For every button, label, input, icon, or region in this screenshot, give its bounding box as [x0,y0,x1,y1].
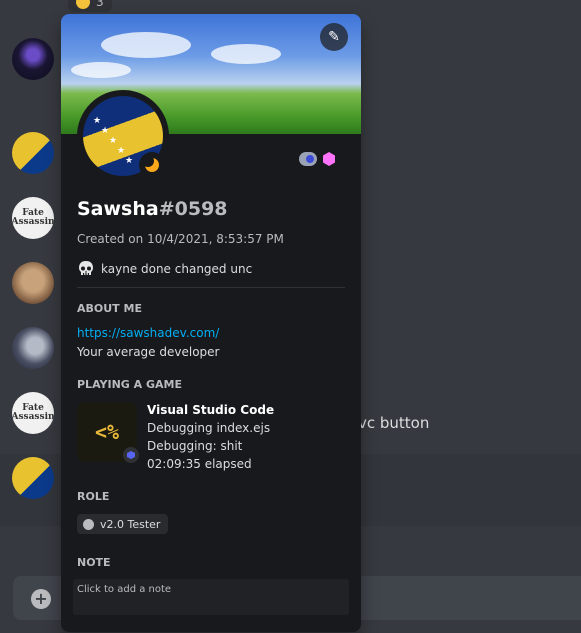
game-elapsed: 02:09:35 elapsed [147,457,252,471]
reaction-chip[interactable]: 3 [68,0,112,12]
game-details: Debugging index.ejs [147,421,271,435]
avatar[interactable] [12,327,54,369]
avatar[interactable] [12,132,54,174]
avatar[interactable] [12,457,54,499]
note-placeholder: Click to add a note [77,584,172,595]
game-name: Visual Studio Code [147,403,275,417]
about-me-text: Your average developer [77,345,220,359]
role-chip[interactable]: v2.0 Tester [77,514,169,534]
idle-status-icon [139,152,165,178]
reaction-count: 3 [96,0,104,9]
role-name: v2.0 Tester [100,517,161,531]
role-color-icon [83,518,94,530]
avatar[interactable] [12,38,54,80]
skull-icon [79,261,93,275]
user-profile-popout: ✎ ★ ★ ★ ★ ★ Sawsha#0598 Created on 10/4/… [61,14,361,632]
message-text: vc button [358,414,430,432]
custom-status-text: kayne done changed unc [101,262,253,276]
avatar[interactable]: Fate Assassin [12,197,54,239]
add-icon[interactable]: + [31,589,51,609]
playing-heading: PLAYING A GAME [77,378,182,391]
note-heading: NOTE [77,556,111,569]
username: Sawsha#0598 [77,198,228,220]
profile-badges [299,152,335,166]
edit-profile-icon[interactable]: ✎ [320,23,348,51]
account-created: Created on 10/4/2021, 8:53:57 PM [77,232,284,246]
avatar[interactable]: Fate Assassin [12,392,54,434]
game-state: Debugging: shit [147,439,243,453]
boost-icon[interactable] [323,152,335,166]
about-me-heading: ABOUT ME [77,302,142,315]
emoji-icon [76,0,90,9]
divider [77,287,345,288]
hypesquad-icon[interactable] [299,152,317,166]
profile-avatar-frame: ★ ★ ★ ★ ★ [77,90,169,182]
avatar[interactable] [12,262,54,304]
role-heading: ROLE [77,490,110,503]
vscode-small-icon [123,447,139,463]
custom-status: kayne done changed unc [77,260,252,278]
about-me-link[interactable]: https://sawshadev.com/ [77,326,219,340]
discriminator: #0598 [158,198,228,220]
